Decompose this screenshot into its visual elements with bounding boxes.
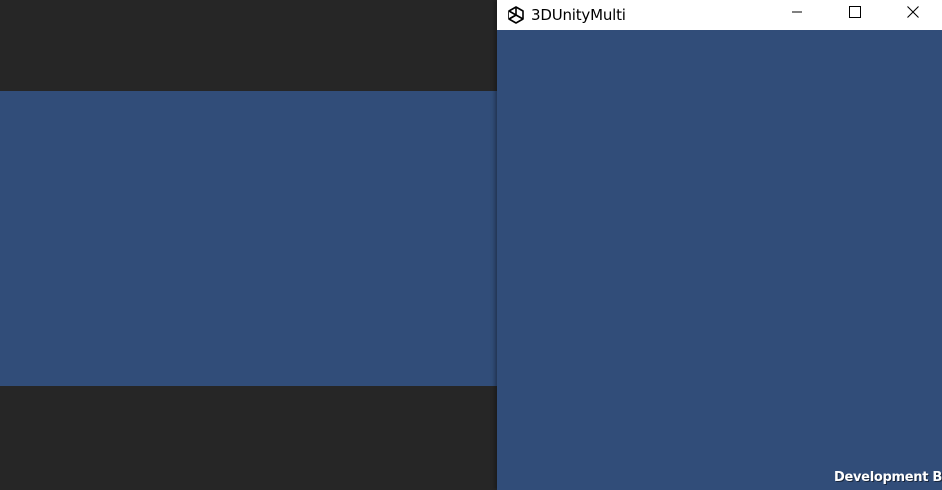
close-button[interactable] bbox=[884, 0, 942, 24]
close-icon bbox=[907, 3, 919, 22]
background-game-view bbox=[0, 0, 497, 490]
maximize-icon bbox=[849, 3, 861, 22]
desktop-stage: 3DUnityMulti Development B bbox=[0, 0, 942, 490]
window-caption-buttons bbox=[768, 0, 942, 30]
unity-logo-icon bbox=[506, 5, 526, 25]
game-viewport[interactable]: Development Build bbox=[497, 30, 942, 490]
window-title: 3DUnityMulti bbox=[531, 6, 626, 24]
minimize-icon bbox=[791, 3, 803, 22]
maximize-button[interactable] bbox=[826, 0, 884, 24]
unity-player-window: 3DUnityMulti Development B bbox=[497, 0, 942, 490]
minimize-button[interactable] bbox=[768, 0, 826, 24]
window-titlebar[interactable]: 3DUnityMulti bbox=[497, 0, 942, 30]
development-build-label: Development Build bbox=[834, 470, 942, 485]
background-game-scene bbox=[0, 91, 497, 386]
